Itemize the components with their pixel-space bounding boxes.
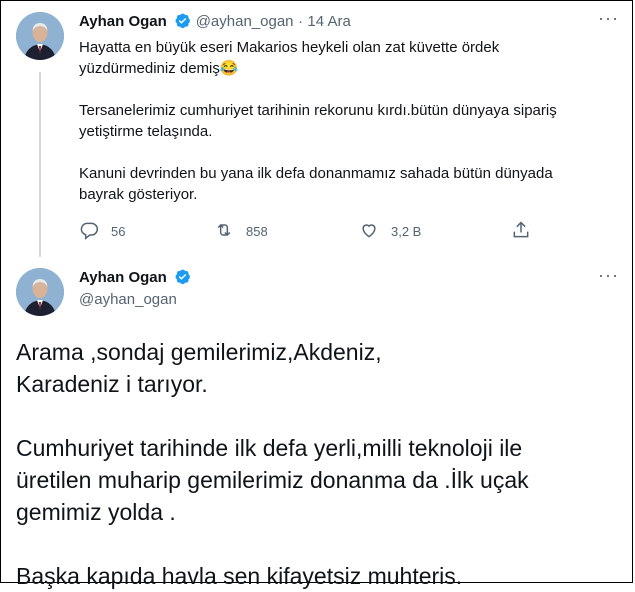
reply-count: 56 (111, 224, 126, 239)
share-button[interactable] (511, 220, 543, 243)
retweet-icon (214, 220, 246, 243)
like-icon (359, 220, 391, 243)
retweet-count: 858 (246, 224, 268, 239)
tweet-text-line: yüzdürmediniz demiş😂 (79, 60, 239, 77)
avatar[interactable] (16, 12, 64, 60)
reply-button[interactable]: 56 (79, 220, 125, 243)
tweet1-text: Hayatta en büyük eseri Makarios heykeli … (79, 37, 599, 205)
tweet-text-line: Karadeniz i tarıyor. (16, 371, 208, 397)
thread-connector (39, 72, 41, 257)
retweet-button[interactable]: 858 (214, 220, 268, 243)
tweet1-header: Ayhan Ogan @ayhan_ogan · 14 Ara (79, 12, 351, 34)
separator-dot: · (297, 13, 303, 30)
like-count: 3,2 B (391, 224, 422, 239)
tweet-text-line: üretilen muharip gemilerimiz donanma da … (16, 467, 529, 493)
like-button[interactable]: 3,2 B (359, 220, 421, 243)
tweet-text-line: bayrak gösteriyor. (79, 186, 198, 203)
tweet1-action-bar: 56 858 3,2 B (79, 220, 539, 242)
author-name[interactable]: Ayhan Ogan (79, 13, 167, 30)
reply-icon (79, 220, 111, 243)
tweet-text-line: Hayatta en büyük eseri Makarios heykeli … (79, 39, 500, 56)
tweet-text-line: Arama ,sondaj gemilerimiz,Akdeniz, (16, 339, 382, 365)
verified-badge-icon (174, 268, 191, 290)
tweet-text-line: Kanuni devrinden bu yana ilk defa donanm… (79, 165, 553, 182)
tweet-text-line: Tersanelerimiz cumhuriyet tarihinin reko… (79, 102, 557, 119)
tweet-text-line: gemimiz yolda . (16, 499, 176, 525)
tweet-date[interactable]: 14 Ara (307, 13, 350, 30)
author-handle[interactable]: @ayhan_ogan (79, 291, 177, 308)
verified-badge-icon (174, 12, 191, 34)
more-options-icon[interactable]: ··· (598, 8, 619, 29)
more-options-icon[interactable]: ··· (598, 265, 619, 286)
avatar[interactable] (16, 268, 64, 316)
author-handle[interactable]: @ayhan_ogan (196, 13, 294, 30)
tweet2-text: Arama ,sondaj gemilerimiz,Akdeniz, Karad… (16, 336, 616, 592)
tweet-text-line: yetiştirme telaşında. (79, 123, 213, 140)
tweet2-header: Ayhan Ogan (79, 268, 191, 290)
tweet-text-line: Cumhuriyet tarihinde ilk defa yerli,mill… (16, 435, 523, 461)
share-icon (511, 220, 543, 243)
author-name[interactable]: Ayhan Ogan (79, 269, 167, 286)
tweet-text-line: Başka kapıda havla sen kifayetsiz muhter… (16, 563, 463, 589)
